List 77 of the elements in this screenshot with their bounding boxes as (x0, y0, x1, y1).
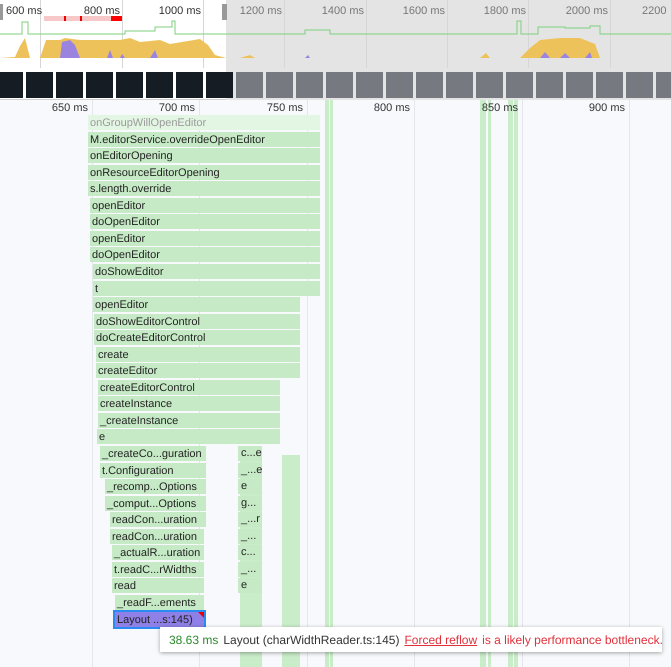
selection-handle[interactable] (222, 4, 227, 20)
screenshot-thumbnail (356, 72, 383, 98)
flame-bar[interactable]: _actualR...uration (112, 545, 204, 560)
flame-bar[interactable]: M.editorService.overrideOpenEditor (88, 132, 320, 147)
screenshot-thumbnail (116, 72, 143, 98)
flame-bar[interactable]: Layout ...s:145) (115, 612, 204, 627)
warning-corner-icon (198, 612, 204, 618)
screenshot-thumbnail (386, 72, 413, 98)
screenshot-thumbnail (446, 72, 473, 98)
flame-bar[interactable]: openEditor (90, 231, 320, 246)
time-tick-label: 1000 ms (158, 4, 201, 18)
flame-bar[interactable]: readCon...uration (110, 529, 204, 544)
screenshot-thumbnail (146, 72, 173, 98)
flame-bar[interactable]: e (97, 429, 280, 444)
flame-bar[interactable]: t (93, 281, 320, 296)
screenshot-thumbnail (176, 72, 203, 98)
time-tick-label: 750 ms (266, 101, 303, 115)
flame-bar[interactable]: doCreateEditorControl (94, 330, 300, 345)
flame-bar[interactable]: openEditor (93, 297, 300, 312)
flame-bar[interactable]: read (112, 578, 204, 593)
flame-bar[interactable]: s.length.override (88, 181, 320, 196)
warning-text: is a likely performance bottleneck. (482, 632, 663, 648)
screenshot-thumbnail (536, 72, 563, 98)
screenshot-thumbnail (266, 72, 293, 98)
screenshot-thumbnail (626, 72, 653, 98)
time-tick-label: 850 ms (482, 101, 518, 115)
time-tick-label: 900 ms (588, 101, 625, 115)
screenshot-thumbnail (506, 72, 533, 98)
flame-bar[interactable]: _createInstance (98, 413, 280, 428)
flame-bar[interactable]: onEditorOpening (88, 148, 320, 163)
screenshot-thumbnail (416, 72, 443, 98)
flame-bar[interactable]: c...e (238, 446, 262, 461)
screenshot-thumbnail (86, 72, 113, 98)
flame-bar[interactable]: create (96, 347, 300, 362)
time-tick-label: 2200 (642, 4, 666, 18)
time-tick-label: 700 ms (158, 101, 195, 115)
event-title: Layout (charWidthReader.ts:145) (223, 632, 400, 648)
forced-reflow-link[interactable]: Forced reflow (404, 630, 478, 648)
screenshot-thumbnail (26, 72, 53, 98)
flame-bar[interactable]: _recomp...Options (105, 479, 206, 494)
screenshot-thumbnail (566, 72, 593, 98)
screenshot-thumbnail (206, 72, 233, 98)
time-tick-label: 600 ms (6, 4, 42, 18)
screenshot-thumbnail (56, 72, 83, 98)
flame-bar[interactable]: doShowEditorControl (94, 314, 300, 329)
flame-bar[interactable]: t.readC...rWidths (112, 562, 204, 577)
flame-bar[interactable]: _readF...ements (115, 595, 204, 610)
flame-bar[interactable]: createEditor (96, 363, 300, 378)
flame-bar[interactable]: doShowEditor (93, 264, 320, 279)
time-tick-label: 800 ms (374, 101, 410, 115)
flame-bar[interactable]: openEditor (90, 198, 320, 213)
screenshot-thumbnail (236, 72, 263, 98)
duration-text: 38.63 ms (169, 632, 218, 648)
time-tick-label: 1400 ms (322, 4, 364, 18)
flame-bar[interactable]: createEditorControl (98, 380, 280, 395)
time-tick-label: 2000 ms (566, 4, 608, 18)
screenshot-thumbnail (296, 72, 323, 98)
flame-bar[interactable]: onResourceEditorOpening (88, 165, 320, 180)
time-tick-label: 650 ms (52, 101, 88, 115)
screenshot-thumbnail (326, 72, 353, 98)
time-tick-label: 1800 ms (484, 4, 526, 18)
flame-bar[interactable]: _createCo...guration (100, 446, 206, 461)
screenshot-thumbnail (596, 72, 623, 98)
flame-bar[interactable]: doOpenEditor (90, 247, 320, 262)
flame-bar[interactable]: _...r (238, 512, 262, 527)
flame-bar[interactable]: createInstance (98, 396, 280, 411)
time-tick-label: 1600 ms (402, 4, 445, 18)
time-tick-label: 1200 ms (240, 4, 282, 18)
screenshot-thumbnail (0, 72, 23, 98)
screenshot-thumbnail (476, 72, 503, 98)
time-tick-label: 800 ms (84, 4, 120, 18)
flame-bar[interactable]: t.Configuration (100, 463, 206, 478)
flame-bar[interactable]: _comput...Options (105, 496, 206, 511)
flame-bar[interactable]: readCon...uration (110, 512, 206, 527)
flame-bar[interactable]: _...e (238, 463, 262, 478)
selection-handle[interactable] (0, 4, 3, 20)
flame-bar[interactable]: doOpenEditor (90, 214, 320, 229)
